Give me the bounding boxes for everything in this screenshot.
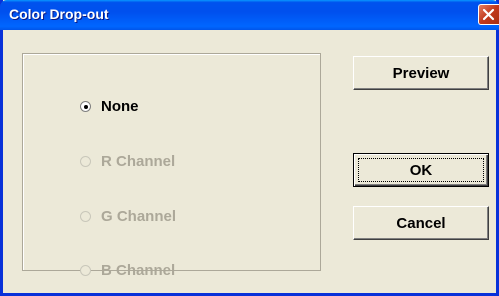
radio-g-channel[interactable]: G Channel — [80, 206, 176, 226]
radio-icon[interactable] — [80, 155, 91, 167]
radio-label-g-channel: G Channel — [101, 207, 177, 225]
radio-label-b-channel: B Channel — [101, 261, 176, 279]
radio-icon[interactable] — [80, 210, 91, 222]
channel-groupbox: None R Channel G Channel B Channel — [22, 53, 321, 279]
dialog-window: Color Drop-out None R Channel G Channel — [0, 0, 499, 296]
radio-none[interactable]: None — [80, 96, 139, 116]
close-button[interactable] — [478, 4, 499, 25]
radio-label-none: None — [101, 97, 139, 115]
ok-button-label: OK — [409, 161, 433, 179]
radio-icon[interactable] — [80, 264, 91, 276]
radio-r-channel[interactable]: R Channel — [80, 151, 175, 171]
cancel-button-label: Cancel — [396, 214, 446, 232]
preview-button[interactable]: Preview — [353, 56, 489, 90]
preview-button-label: Preview — [392, 64, 450, 82]
ok-button[interactable]: OK — [353, 153, 489, 187]
radio-icon[interactable] — [80, 100, 91, 112]
radio-b-channel[interactable]: B Channel — [80, 260, 175, 280]
close-icon — [482, 8, 495, 21]
title-bar[interactable]: Color Drop-out — [0, 0, 499, 30]
window-title: Color Drop-out — [9, 6, 109, 22]
radio-label-r-channel: R Channel — [101, 152, 176, 170]
cancel-button[interactable]: Cancel — [353, 206, 489, 240]
dialog-client: None R Channel G Channel B Channel Previ… — [3, 30, 496, 293]
